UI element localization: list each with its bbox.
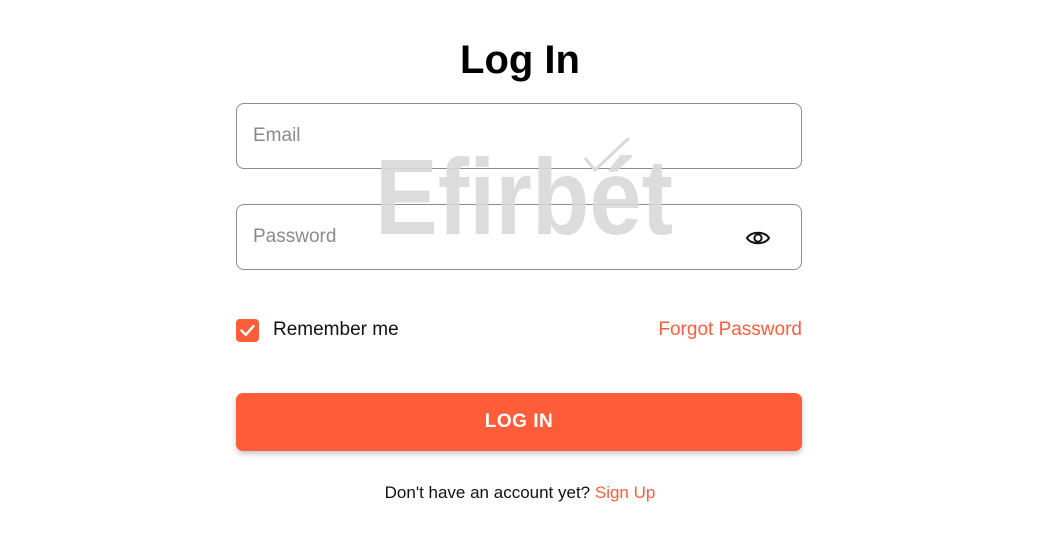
checkmark-icon <box>240 324 255 336</box>
remember-checkbox[interactable] <box>236 318 259 342</box>
remember-label: Remember me <box>273 319 399 340</box>
remember-me[interactable]: Remember me <box>236 318 399 342</box>
email-input[interactable] <box>253 104 783 168</box>
password-input[interactable] <box>253 205 723 269</box>
email-field[interactable] <box>236 103 802 169</box>
password-field[interactable] <box>236 204 802 270</box>
login-page: Log In Efirbét Remember me Forgot Passwo… <box>0 0 1040 540</box>
signup-prompt: Don't have an account yet? <box>384 483 595 502</box>
forgot-password-link[interactable]: Forgot Password <box>658 318 802 342</box>
eye-icon[interactable] <box>745 226 771 250</box>
signup-link[interactable]: Sign Up <box>595 483 655 502</box>
page-title: Log In <box>460 38 580 82</box>
login-button[interactable]: LOG IN <box>236 393 802 451</box>
signup-row: Don't have an account yet? Sign Up <box>0 482 1040 504</box>
